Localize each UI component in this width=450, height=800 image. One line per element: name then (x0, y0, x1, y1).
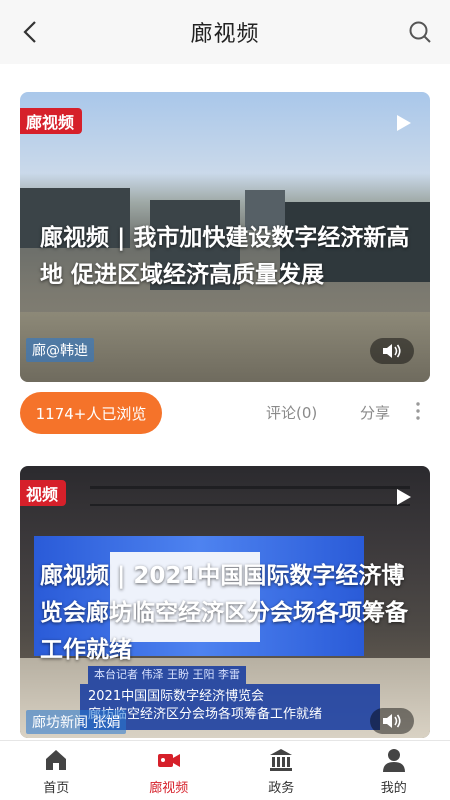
volume-button[interactable] (370, 708, 414, 734)
nav-item-video[interactable]: 廊视频 (113, 741, 226, 800)
app-screen: 廊视频 廊视频 廊视频 | 我市加快建设数字经济新高地 促进区域经济高质量发展 … (0, 0, 450, 800)
search-icon (409, 21, 431, 43)
reporter-tag: 廊坊新闻 张娟 (26, 710, 127, 734)
chevron-left-icon (23, 21, 36, 43)
comment-link[interactable]: 评论(0) (266, 402, 317, 423)
nav-label: 首页 (43, 781, 70, 796)
caption-line: 廊坊临空经济区分会场各项筹备工作就绪 (88, 707, 323, 722)
caption-credits: 本台记者 伟泽 王盼 王阳 李雷 (88, 666, 246, 684)
back-button[interactable] (16, 18, 44, 46)
top-bar: 廊视频 (0, 0, 450, 64)
government-building-icon (270, 749, 293, 771)
user-icon (382, 749, 405, 772)
speaker-icon (383, 344, 401, 358)
video-camera-icon (157, 754, 180, 767)
bottom-navigation: 首页 廊视频 政务 我的 (0, 740, 450, 800)
spacer (0, 64, 450, 90)
home-icon (46, 750, 67, 770)
nav-label: 我的 (380, 781, 407, 796)
nav-label: 政务 (268, 781, 295, 796)
video-card[interactable]: 视频 廊视频 | 2021中国国际数字经济博览会廊坊临空经济区分会场各项筹备工作… (20, 466, 430, 738)
card-meta-row: 1174+人已浏览 评论(0) 分享 (0, 388, 450, 440)
search-button[interactable] (406, 18, 434, 46)
play-icon[interactable] (392, 112, 414, 134)
reporter-tag: 廊@韩迪 (26, 338, 94, 362)
page-title: 廊视频 (190, 22, 260, 47)
video-headline: 廊视频 | 2021中国国际数字经济博览会廊坊临空经济区分会场各项筹备工作就绪 (40, 563, 408, 663)
views-count-badge[interactable]: 1174+人已浏览 (20, 392, 162, 434)
nav-label: 廊视频 (149, 781, 189, 796)
nav-item-government[interactable]: 政务 (225, 741, 338, 800)
nav-item-home[interactable]: 首页 (0, 741, 113, 800)
caption-line: 2021中国国际数字经济博览会 (88, 689, 265, 704)
more-options-icon[interactable] (412, 400, 424, 422)
video-card[interactable]: 廊视频 廊视频 | 我市加快建设数字经济新高地 促进区域经济高质量发展 廊@韩迪 (20, 92, 430, 382)
channel-logo: 视频 (20, 480, 67, 506)
speaker-icon (383, 714, 401, 728)
channel-logo: 廊视频 (20, 108, 83, 134)
nav-item-profile[interactable]: 我的 (338, 741, 450, 800)
play-icon[interactable] (392, 486, 414, 508)
video-headline: 廊视频 | 我市加快建设数字经济新高地 促进区域经济高质量发展 (40, 225, 410, 288)
volume-button[interactable] (370, 338, 414, 364)
share-link[interactable]: 分享 (360, 402, 390, 423)
